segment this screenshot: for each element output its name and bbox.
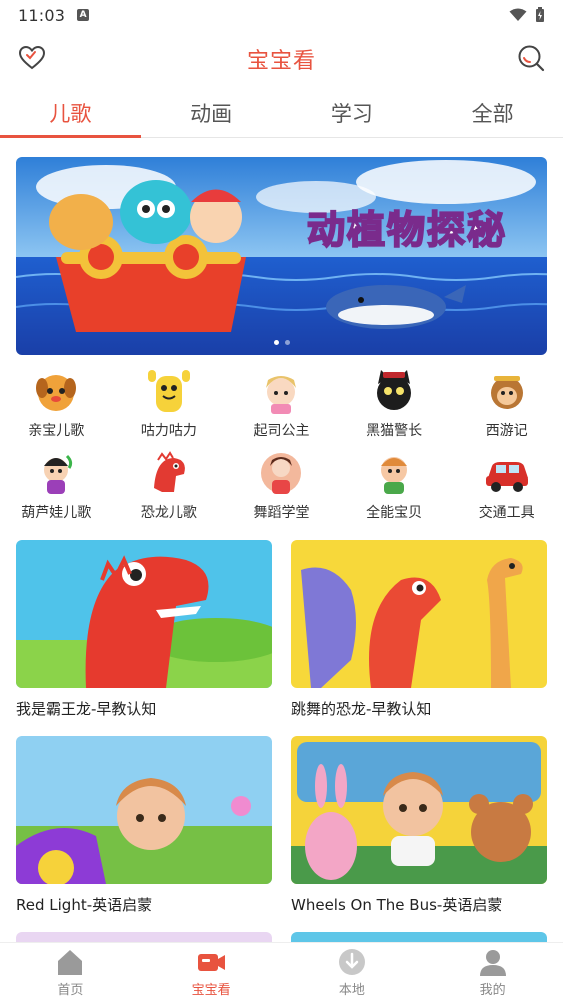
category-label: 咕力咕力 bbox=[140, 423, 197, 439]
category-qinbao[interactable]: 亲宝儿歌 bbox=[0, 366, 113, 440]
dinosaur-icon bbox=[153, 451, 185, 492]
category-tabs: 儿歌 动画 学习 全部 bbox=[0, 88, 563, 138]
video-grid: 我是霸王龙-早教认知 跳舞的恐龙-早教认知 Red Light-英语启蒙 Whe… bbox=[16, 540, 547, 944]
video-title: 跳舞的恐龙-早教认知 bbox=[291, 700, 432, 718]
wifi-icon bbox=[509, 8, 527, 21]
video-title: Red Light-英语启蒙 bbox=[16, 896, 153, 914]
video-thumbnail bbox=[291, 540, 547, 688]
category-label: 亲宝儿歌 bbox=[28, 423, 85, 439]
nav-label: 我的 bbox=[479, 982, 506, 998]
category-grid: 亲宝儿歌 咕力咕力 起司公主 黑猫警长 西游记 葫芦娃儿歌 恐龙儿歌 舞蹈学堂 … bbox=[0, 366, 563, 522]
yellow-creature-icon bbox=[147, 370, 190, 412]
black-cat-icon bbox=[377, 370, 412, 410]
bottom-nav: 首页 宝宝看 本地 我的 bbox=[0, 942, 563, 1001]
tab-learning[interactable]: 学习 bbox=[282, 88, 423, 137]
banner-caption: 动植物探秘 bbox=[306, 207, 507, 253]
carousel-dot-2 bbox=[284, 340, 290, 345]
category-label: 全能宝贝 bbox=[366, 505, 423, 521]
tab-animation[interactable]: 动画 bbox=[141, 88, 282, 137]
category-label: 黑猫警长 bbox=[366, 423, 423, 439]
nav-baobao-kan[interactable]: 宝宝看 bbox=[141, 943, 282, 1001]
video-card[interactable]: 跳舞的恐龙-早教认知 bbox=[291, 540, 547, 736]
category-quanneng[interactable]: 全能宝贝 bbox=[338, 448, 451, 522]
nav-local[interactable]: 本地 bbox=[282, 943, 423, 1001]
nav-label: 本地 bbox=[338, 982, 365, 998]
dancer-icon bbox=[261, 453, 302, 494]
banner-carousel[interactable]: 动植物探秘 bbox=[16, 157, 547, 355]
category-gulu[interactable]: 咕力咕力 bbox=[113, 366, 226, 440]
video-card[interactable]: Red Light-英语启蒙 bbox=[16, 736, 272, 932]
baby-icon bbox=[381, 457, 408, 494]
download-icon bbox=[338, 948, 365, 975]
status-bar: 11:03 A bbox=[0, 0, 563, 30]
video-camera-icon bbox=[198, 953, 226, 971]
category-heimao[interactable]: 黑猫警长 bbox=[338, 366, 451, 440]
notification-icon: A bbox=[77, 9, 90, 21]
category-jiaotong[interactable]: 交通工具 bbox=[450, 448, 563, 522]
carousel-indicator bbox=[16, 340, 547, 345]
user-icon bbox=[479, 949, 506, 976]
carousel-dot-1 bbox=[273, 340, 279, 345]
category-qisi[interactable]: 起司公主 bbox=[225, 366, 338, 440]
category-wudao[interactable]: 舞蹈学堂 bbox=[225, 448, 338, 522]
page-title: 宝宝看 bbox=[246, 49, 316, 74]
nav-home[interactable]: 首页 bbox=[0, 943, 141, 1001]
status-time: 11:03 bbox=[18, 5, 66, 25]
nav-label: 首页 bbox=[57, 982, 84, 998]
search-icon[interactable] bbox=[517, 44, 545, 72]
car-icon bbox=[485, 462, 528, 492]
category-label: 恐龙儿歌 bbox=[140, 505, 197, 521]
category-label: 西游记 bbox=[485, 423, 528, 439]
banner-image bbox=[16, 157, 547, 355]
video-thumbnail bbox=[291, 736, 547, 884]
video-title: 我是霸王龙-早教认知 bbox=[16, 700, 157, 718]
nav-mine[interactable]: 我的 bbox=[422, 943, 563, 1001]
puppy-icon bbox=[36, 375, 77, 411]
nav-label: 宝宝看 bbox=[191, 982, 231, 998]
monkey-king-icon bbox=[490, 376, 523, 409]
category-label: 交通工具 bbox=[478, 505, 535, 521]
app-header: 宝宝看 bbox=[0, 30, 563, 88]
category-label: 起司公主 bbox=[253, 423, 310, 439]
video-card[interactable]: Wheels On The Bus-英语启蒙 bbox=[291, 736, 547, 932]
category-konglong[interactable]: 恐龙儿歌 bbox=[113, 448, 226, 522]
video-thumbnail bbox=[16, 736, 272, 884]
heart-outline-icon[interactable] bbox=[18, 44, 46, 72]
princess-icon bbox=[266, 376, 297, 414]
home-icon bbox=[58, 949, 83, 975]
battery-icon bbox=[536, 7, 544, 22]
category-label: 舞蹈学堂 bbox=[253, 505, 310, 521]
tab-songs[interactable]: 儿歌 bbox=[0, 88, 141, 138]
category-huluwa[interactable]: 葫芦娃儿歌 bbox=[0, 448, 113, 522]
category-xiyouji[interactable]: 西游记 bbox=[450, 366, 563, 440]
video-thumbnail bbox=[16, 540, 272, 688]
video-card[interactable]: 我是霸王龙-早教认知 bbox=[16, 540, 272, 736]
category-label: 葫芦娃儿歌 bbox=[21, 505, 92, 521]
gourd-doll-icon bbox=[44, 454, 73, 494]
video-title: Wheels On The Bus-英语启蒙 bbox=[291, 896, 503, 914]
tab-all[interactable]: 全部 bbox=[422, 88, 563, 137]
